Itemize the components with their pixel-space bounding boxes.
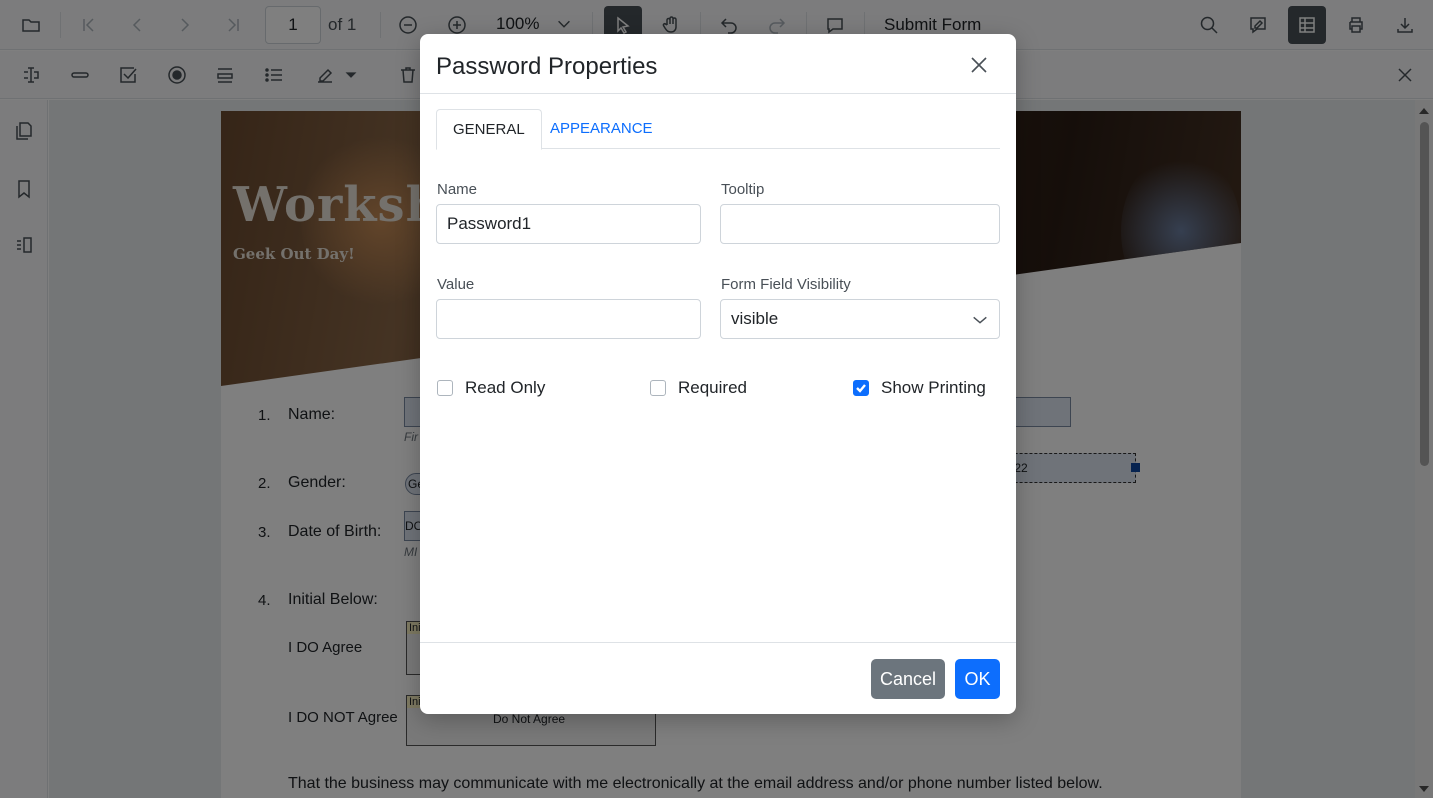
close-icon[interactable] [966, 52, 992, 78]
chevron-down-icon [973, 316, 987, 324]
visibility-value: visible [731, 309, 779, 328]
checkmark-icon [856, 384, 866, 393]
cancel-button[interactable]: Cancel [871, 659, 945, 699]
read-only-checkbox[interactable]: Read Only [437, 377, 545, 399]
checkbox-box[interactable] [437, 380, 453, 396]
visibility-select[interactable]: visible [720, 299, 1000, 339]
name-label: Name [437, 181, 478, 198]
show-printing-checkbox[interactable]: Show Printing [853, 377, 986, 399]
tooltip-label: Tooltip [721, 181, 765, 198]
checkbox-label: Show Printing [881, 378, 986, 397]
password-properties-dialog: Password Properties GENERAL APPEARANCE N… [420, 34, 1016, 714]
checkbox-box[interactable] [650, 380, 666, 396]
properties-tabs: GENERAL APPEARANCE [436, 109, 1000, 150]
required-checkbox[interactable]: Required [650, 377, 747, 399]
value-input[interactable] [436, 299, 701, 339]
visibility-label: Form Field Visibility [721, 276, 851, 293]
name-input[interactable]: Password1 [436, 204, 701, 244]
dialog-header: Password Properties [420, 34, 1016, 94]
value-label: Value [437, 276, 475, 293]
checkbox-label: Read Only [465, 378, 546, 397]
checkbox-label: Required [678, 378, 747, 397]
tooltip-input[interactable] [720, 204, 1000, 244]
checkbox-box[interactable] [853, 380, 869, 396]
dialog-title: Password Properties [436, 53, 658, 80]
ok-button[interactable]: OK [955, 659, 1000, 699]
tab-appearance[interactable]: APPEARANCE [534, 109, 669, 149]
tab-general[interactable]: GENERAL [436, 109, 542, 150]
dialog-footer: Cancel OK [420, 642, 1016, 714]
